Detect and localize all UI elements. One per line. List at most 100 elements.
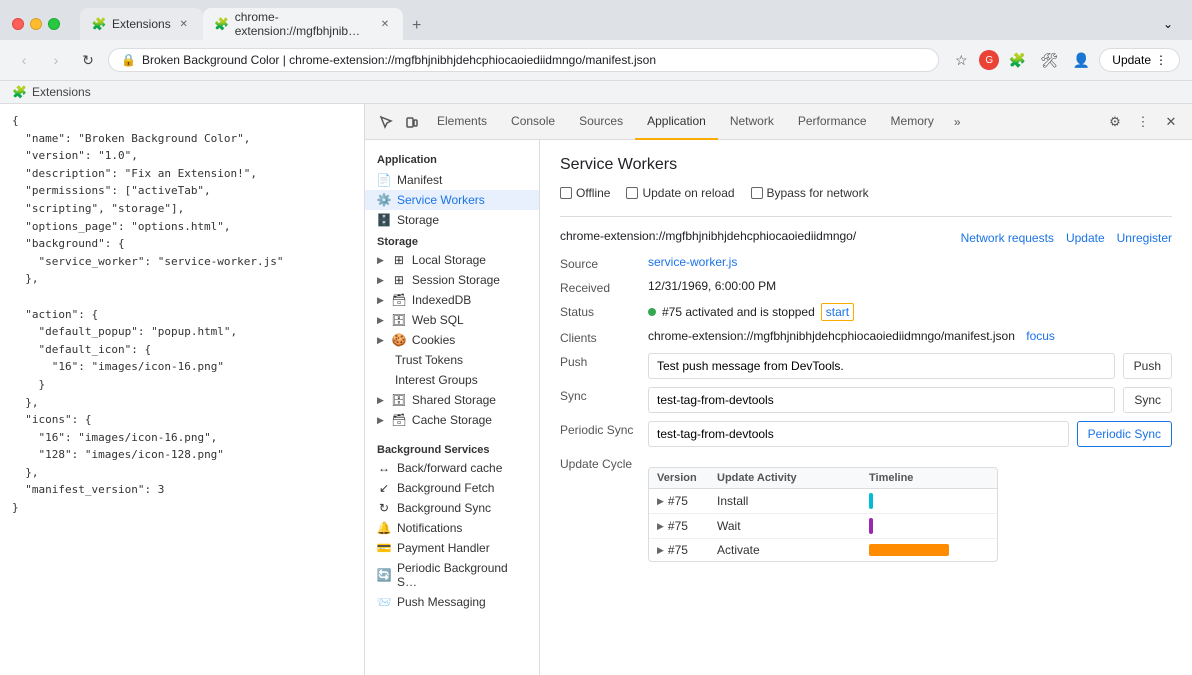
tab-network[interactable]: Network: [718, 104, 786, 140]
more-tabs-button[interactable]: »: [946, 104, 969, 140]
devtools-tabs: Elements Console Sources Application Net…: [425, 104, 1102, 140]
tab-list-button[interactable]: ⌄: [1156, 12, 1180, 36]
back-button[interactable]: ‹: [12, 48, 36, 72]
update-button-label: Update: [1112, 53, 1151, 67]
cache-storage-arrow: ▶: [377, 415, 384, 426]
sidebar-item-storage[interactable]: 🗄️ Storage: [365, 210, 539, 230]
update-on-reload-checkbox-label[interactable]: Update on reload: [626, 186, 734, 200]
sidebar-item-session-storage[interactable]: ▶ ⊞ Session Storage: [365, 270, 539, 290]
sw-controls: Offline Update on reload Bypass for netw…: [560, 186, 1172, 200]
sidebar-bg-sync-label: Background Sync: [397, 501, 491, 515]
periodic-sync-input[interactable]: [648, 421, 1069, 447]
tab-memory[interactable]: Memory: [879, 104, 946, 140]
periodic-sync-button[interactable]: Periodic Sync: [1077, 421, 1172, 447]
close-window-button[interactable]: [12, 18, 24, 30]
devtools-icon[interactable]: 🛠: [1035, 46, 1063, 74]
start-button[interactable]: start: [821, 303, 854, 321]
tab-extensions-close[interactable]: ✕: [177, 17, 191, 31]
tab-chrome-ext-label: chrome-extension://mgfbhjnib…: [235, 10, 374, 38]
title-bar: 🧩 Extensions ✕ 🧩 chrome-extension://mgfb…: [0, 0, 1192, 40]
sidebar-item-bg-sync[interactable]: ↻ Background Sync: [365, 498, 539, 518]
tab-console[interactable]: Console: [499, 104, 567, 140]
new-tab-button[interactable]: +: [403, 12, 431, 40]
tab-extensions[interactable]: 🧩 Extensions ✕: [80, 8, 203, 40]
maximize-window-button[interactable]: [48, 18, 60, 30]
sidebar-item-service-workers[interactable]: ⚙️ Service Workers: [365, 190, 539, 210]
sidebar-item-notifications[interactable]: 🔔 Notifications: [365, 518, 539, 538]
sidebar-item-cookies[interactable]: ▶ 🍪 Cookies: [365, 330, 539, 350]
tab-chrome-ext[interactable]: 🧩 chrome-extension://mgfbhjnib… ✕: [203, 8, 403, 40]
devtools-close-button[interactable]: ✕: [1158, 109, 1184, 135]
tab-performance[interactable]: Performance: [786, 104, 879, 140]
sidebar-item-local-storage[interactable]: ▶ ⊞ Local Storage: [365, 250, 539, 270]
sidebar-item-shared-storage[interactable]: ▶ 🗄 Shared Storage: [365, 390, 539, 410]
sync-input[interactable]: [648, 387, 1115, 413]
bypass-network-checkbox[interactable]: [751, 187, 763, 199]
sidebar-item-payment-handler[interactable]: 💳 Payment Handler: [365, 538, 539, 558]
source-link[interactable]: service-worker.js: [648, 255, 737, 269]
app-panel: Application 📄 Manifest ⚙️ Service Worker…: [365, 140, 1192, 675]
push-input-row: Push: [648, 353, 1172, 379]
update-on-reload-checkbox[interactable]: [626, 187, 638, 199]
sidebar-item-cache-storage[interactable]: ▶ 🗃 Cache Storage: [365, 410, 539, 430]
unregister-link[interactable]: Unregister: [1117, 231, 1172, 245]
sidebar-item-interest-groups[interactable]: Interest Groups: [365, 370, 539, 390]
sidebar-item-web-sql[interactable]: ▶ 🗄 Web SQL: [365, 310, 539, 330]
network-requests-link[interactable]: Network requests: [961, 231, 1054, 245]
focus-link[interactable]: focus: [1026, 329, 1055, 343]
update-sw-link[interactable]: Update: [1066, 231, 1105, 245]
reload-button[interactable]: ↻: [76, 48, 100, 72]
tab-elements[interactable]: Elements: [425, 104, 499, 140]
offline-label: Offline: [576, 186, 610, 200]
row-arrow-install[interactable]: ▶: [657, 496, 664, 507]
bookmark-button[interactable]: ☆: [947, 46, 975, 74]
push-button[interactable]: Push: [1123, 353, 1172, 379]
sidebar-periodic-bg-label: Periodic Background S…: [397, 561, 527, 589]
update-cycle-field: Update Cycle Version Update Activity Tim…: [560, 455, 1172, 562]
sidebar-back-forward-label: Back/forward cache: [397, 461, 502, 475]
sidebar-session-storage-label: Session Storage: [412, 273, 500, 287]
tab-application[interactable]: Application: [635, 104, 718, 140]
cookies-icon: 🍪: [392, 333, 406, 347]
shared-storage-icon: 🗄: [392, 393, 406, 407]
sidebar-item-trust-tokens[interactable]: Trust Tokens: [365, 350, 539, 370]
sidebar-item-periodic-bg[interactable]: 🔄 Periodic Background S…: [365, 558, 539, 592]
notifications-icon: 🔔: [377, 521, 391, 535]
sidebar-item-back-forward[interactable]: ↔ Back/forward cache: [365, 458, 539, 478]
update-on-reload-label: Update on reload: [642, 186, 734, 200]
row-arrow-wait[interactable]: ▶: [657, 521, 664, 532]
offline-checkbox-label[interactable]: Offline: [560, 186, 610, 200]
offline-checkbox[interactable]: [560, 187, 572, 199]
profile-icon[interactable]: 👤: [1067, 46, 1095, 74]
update-cycle-header: Version Update Activity Timeline: [649, 468, 997, 489]
sidebar-item-indexeddb[interactable]: ▶ 🗃 IndexedDB: [365, 290, 539, 310]
source-value: service-worker.js: [648, 255, 737, 269]
minimize-window-button[interactable]: [30, 18, 42, 30]
tab-sources[interactable]: Sources: [567, 104, 635, 140]
extensions-puzzle-icon[interactable]: 🧩: [1003, 46, 1031, 74]
tab-chrome-ext-close[interactable]: ✕: [379, 17, 390, 31]
inspect-element-button[interactable]: [373, 109, 399, 135]
version-wait: #75: [668, 519, 688, 533]
devtools-settings-button[interactable]: ⚙: [1102, 109, 1128, 135]
tab-application-label: Application: [647, 114, 706, 128]
device-toolbar-button[interactable]: [399, 109, 425, 135]
sidebar-web-sql-label: Web SQL: [412, 313, 464, 327]
indexeddb-arrow: ▶: [377, 295, 384, 306]
sidebar-item-manifest[interactable]: 📄 Manifest: [365, 170, 539, 190]
bypass-network-checkbox-label[interactable]: Bypass for network: [751, 186, 869, 200]
periodic-bg-icon: 🔄: [377, 568, 391, 582]
push-input[interactable]: [648, 353, 1115, 379]
sidebar-item-push-messaging[interactable]: 📨 Push Messaging: [365, 592, 539, 612]
timeline-install: [869, 493, 989, 509]
devtools-more-button[interactable]: ⋮: [1130, 109, 1156, 135]
forward-button[interactable]: ›: [44, 48, 68, 72]
address-bar[interactable]: 🔒 Broken Background Color | chrome-exten…: [108, 48, 939, 72]
tab-performance-label: Performance: [798, 114, 867, 128]
row-arrow-activate[interactable]: ▶: [657, 545, 664, 556]
sync-button[interactable]: Sync: [1123, 387, 1172, 413]
update-button[interactable]: Update ⋮: [1099, 48, 1180, 72]
sidebar-item-bg-fetch[interactable]: ↙ Background Fetch: [365, 478, 539, 498]
storage-section-title: Storage: [365, 230, 539, 250]
table-row: ▶ #75 Install: [649, 489, 997, 514]
